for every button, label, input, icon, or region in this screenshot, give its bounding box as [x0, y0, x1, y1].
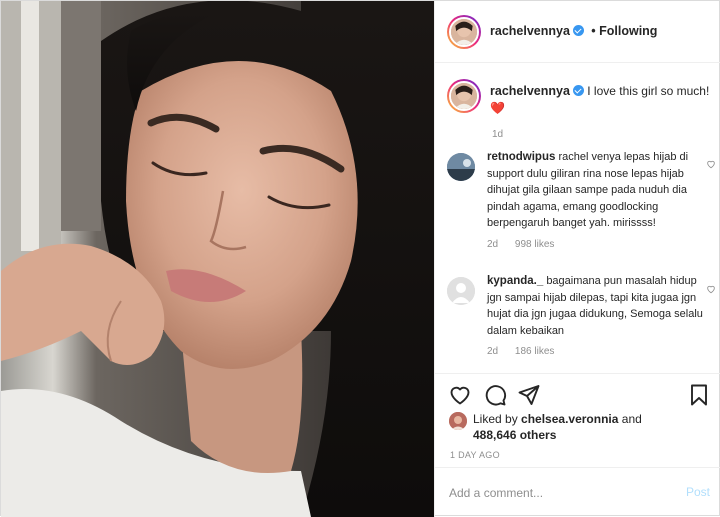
comment-icon[interactable]	[483, 383, 507, 407]
caption-age: 1d	[492, 129, 504, 140]
verified-icon	[572, 25, 584, 36]
comment-meta: 2d 998 likes	[487, 237, 709, 254]
comment-meta: 2d 186 likes	[487, 344, 709, 361]
red-heart-emoji: ❤️	[490, 101, 505, 115]
likes-summary: Liked by chelsea.veronnia and 488,646 ot…	[473, 411, 642, 443]
comment-likes[interactable]: 998 likes	[515, 239, 554, 250]
comment-input[interactable]	[449, 483, 669, 503]
commenter-avatar[interactable]	[447, 153, 475, 181]
add-comment-bar: Post	[435, 467, 720, 517]
selfie-image	[1, 1, 434, 517]
caption: rachelvennya I love this girl so much! ❤…	[490, 83, 710, 117]
following-status[interactable]: • Following	[591, 24, 657, 38]
share-icon[interactable]	[517, 383, 541, 407]
post-photo[interactable]	[1, 1, 434, 517]
liker-avatar[interactable]	[449, 412, 467, 430]
likes-count[interactable]: 488,646 others	[473, 428, 556, 442]
author-avatar[interactable]	[447, 15, 481, 49]
instagram-post-window: rachelvennya • Following rachelvennya I …	[0, 0, 720, 517]
likes-prefix: Liked by	[473, 412, 518, 426]
comments-list[interactable]: rachelvennya I love this girl so much! ❤…	[435, 63, 720, 373]
comment-like-icon[interactable]	[706, 284, 716, 294]
caption-text: I love this girl so much!	[587, 84, 710, 98]
heart-icon[interactable]	[448, 383, 472, 407]
liker-username[interactable]: chelsea.veronnia	[521, 412, 618, 426]
commenter-avatar[interactable]	[447, 277, 475, 305]
caption-username[interactable]: rachelvennya	[490, 84, 570, 98]
post-date[interactable]: 1 DAY AGO	[450, 450, 500, 460]
comment-like-icon[interactable]	[706, 159, 716, 169]
comment-likes[interactable]: 186 likes	[515, 346, 554, 357]
post-actions: Liked by chelsea.veronnia and 488,646 ot…	[435, 373, 720, 467]
author-username[interactable]: rachelvennya	[490, 24, 570, 38]
post-side-panel: rachelvennya • Following rachelvennya I …	[434, 1, 720, 517]
caption-avatar[interactable]	[447, 79, 481, 113]
verified-icon	[572, 85, 584, 96]
comment-username[interactable]: retnodwipus	[487, 151, 555, 163]
comment-username[interactable]: kypanda._	[487, 275, 543, 287]
comment-age: 2d	[487, 346, 499, 357]
comment-item: retnodwipus rachel venya lepas hijab di …	[487, 149, 709, 253]
post-header: rachelvennya • Following	[435, 1, 720, 63]
comment-age: 2d	[487, 238, 499, 250]
likes-conj: and	[621, 412, 642, 426]
bookmark-icon[interactable]	[687, 383, 711, 407]
comment-item: kypanda._ bagaimana pun masalah hidup jg…	[487, 273, 709, 361]
post-button[interactable]: Post	[686, 485, 710, 499]
